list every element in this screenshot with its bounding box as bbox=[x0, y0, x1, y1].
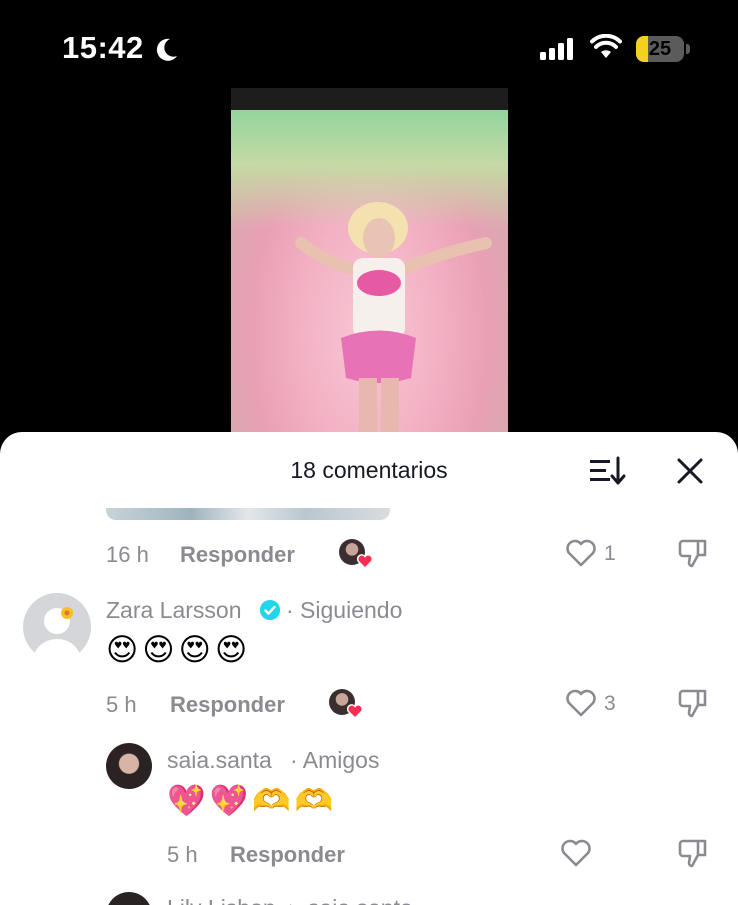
comment-image-attachment[interactable] bbox=[106, 508, 390, 520]
reply-target: ▸ saia.santa bbox=[290, 895, 413, 905]
follow-relation: · Siguiendo bbox=[286, 597, 403, 623]
comment-age: 16 h bbox=[106, 542, 149, 567]
reply-button[interactable]: Responder bbox=[230, 842, 345, 868]
friend-relation: · Amigos bbox=[290, 747, 380, 773]
default-avatar-icon bbox=[33, 607, 81, 661]
like-heart-icon[interactable] bbox=[565, 688, 597, 718]
comment-author[interactable]: Lily Lisbon bbox=[167, 895, 276, 905]
comment-age: 5 h bbox=[167, 842, 198, 867]
avatar[interactable] bbox=[23, 593, 91, 661]
moon-icon bbox=[156, 38, 177, 61]
dislike-icon[interactable] bbox=[677, 537, 709, 569]
cellular-signal-icon bbox=[540, 38, 573, 60]
battery-tip bbox=[686, 44, 690, 54]
comment-author[interactable]: Zara Larsson bbox=[106, 597, 242, 624]
battery-indicator: 25 bbox=[636, 36, 684, 62]
reply-button[interactable]: Responder bbox=[180, 542, 295, 568]
avatar[interactable] bbox=[106, 892, 152, 905]
close-icon[interactable] bbox=[675, 456, 705, 486]
sort-icon[interactable] bbox=[588, 454, 628, 488]
verified-badge-icon bbox=[260, 600, 280, 620]
reply-button[interactable]: Responder bbox=[170, 692, 285, 718]
like-heart-icon[interactable] bbox=[560, 838, 592, 868]
comment-age: 5 h bbox=[106, 692, 137, 717]
wifi-icon bbox=[590, 34, 622, 58]
status-time: 15:42 bbox=[62, 30, 144, 65]
comment-text: 😍😍😍😍 bbox=[106, 632, 252, 668]
performer-figure bbox=[295, 202, 492, 438]
dislike-icon[interactable] bbox=[677, 837, 709, 869]
like-heart-icon[interactable] bbox=[565, 538, 597, 568]
dislike-icon[interactable] bbox=[677, 687, 709, 719]
avatar[interactable] bbox=[106, 743, 152, 789]
creator-liked-heart-icon bbox=[347, 704, 363, 719]
creator-liked-heart-icon bbox=[357, 554, 373, 569]
comment-author[interactable]: saia.santa bbox=[167, 747, 272, 774]
video-preview[interactable] bbox=[231, 88, 508, 438]
comments-sheet: 18 comentarios 16 h Responder 1 Zara Lar… bbox=[0, 432, 738, 905]
comment-text: 💖💖🫶🫶 bbox=[167, 783, 338, 819]
battery-percent: 25 bbox=[648, 38, 672, 60]
like-count: 1 bbox=[604, 542, 616, 565]
like-count: 3 bbox=[604, 692, 616, 715]
status-bar: 15:42 25 bbox=[0, 0, 738, 90]
